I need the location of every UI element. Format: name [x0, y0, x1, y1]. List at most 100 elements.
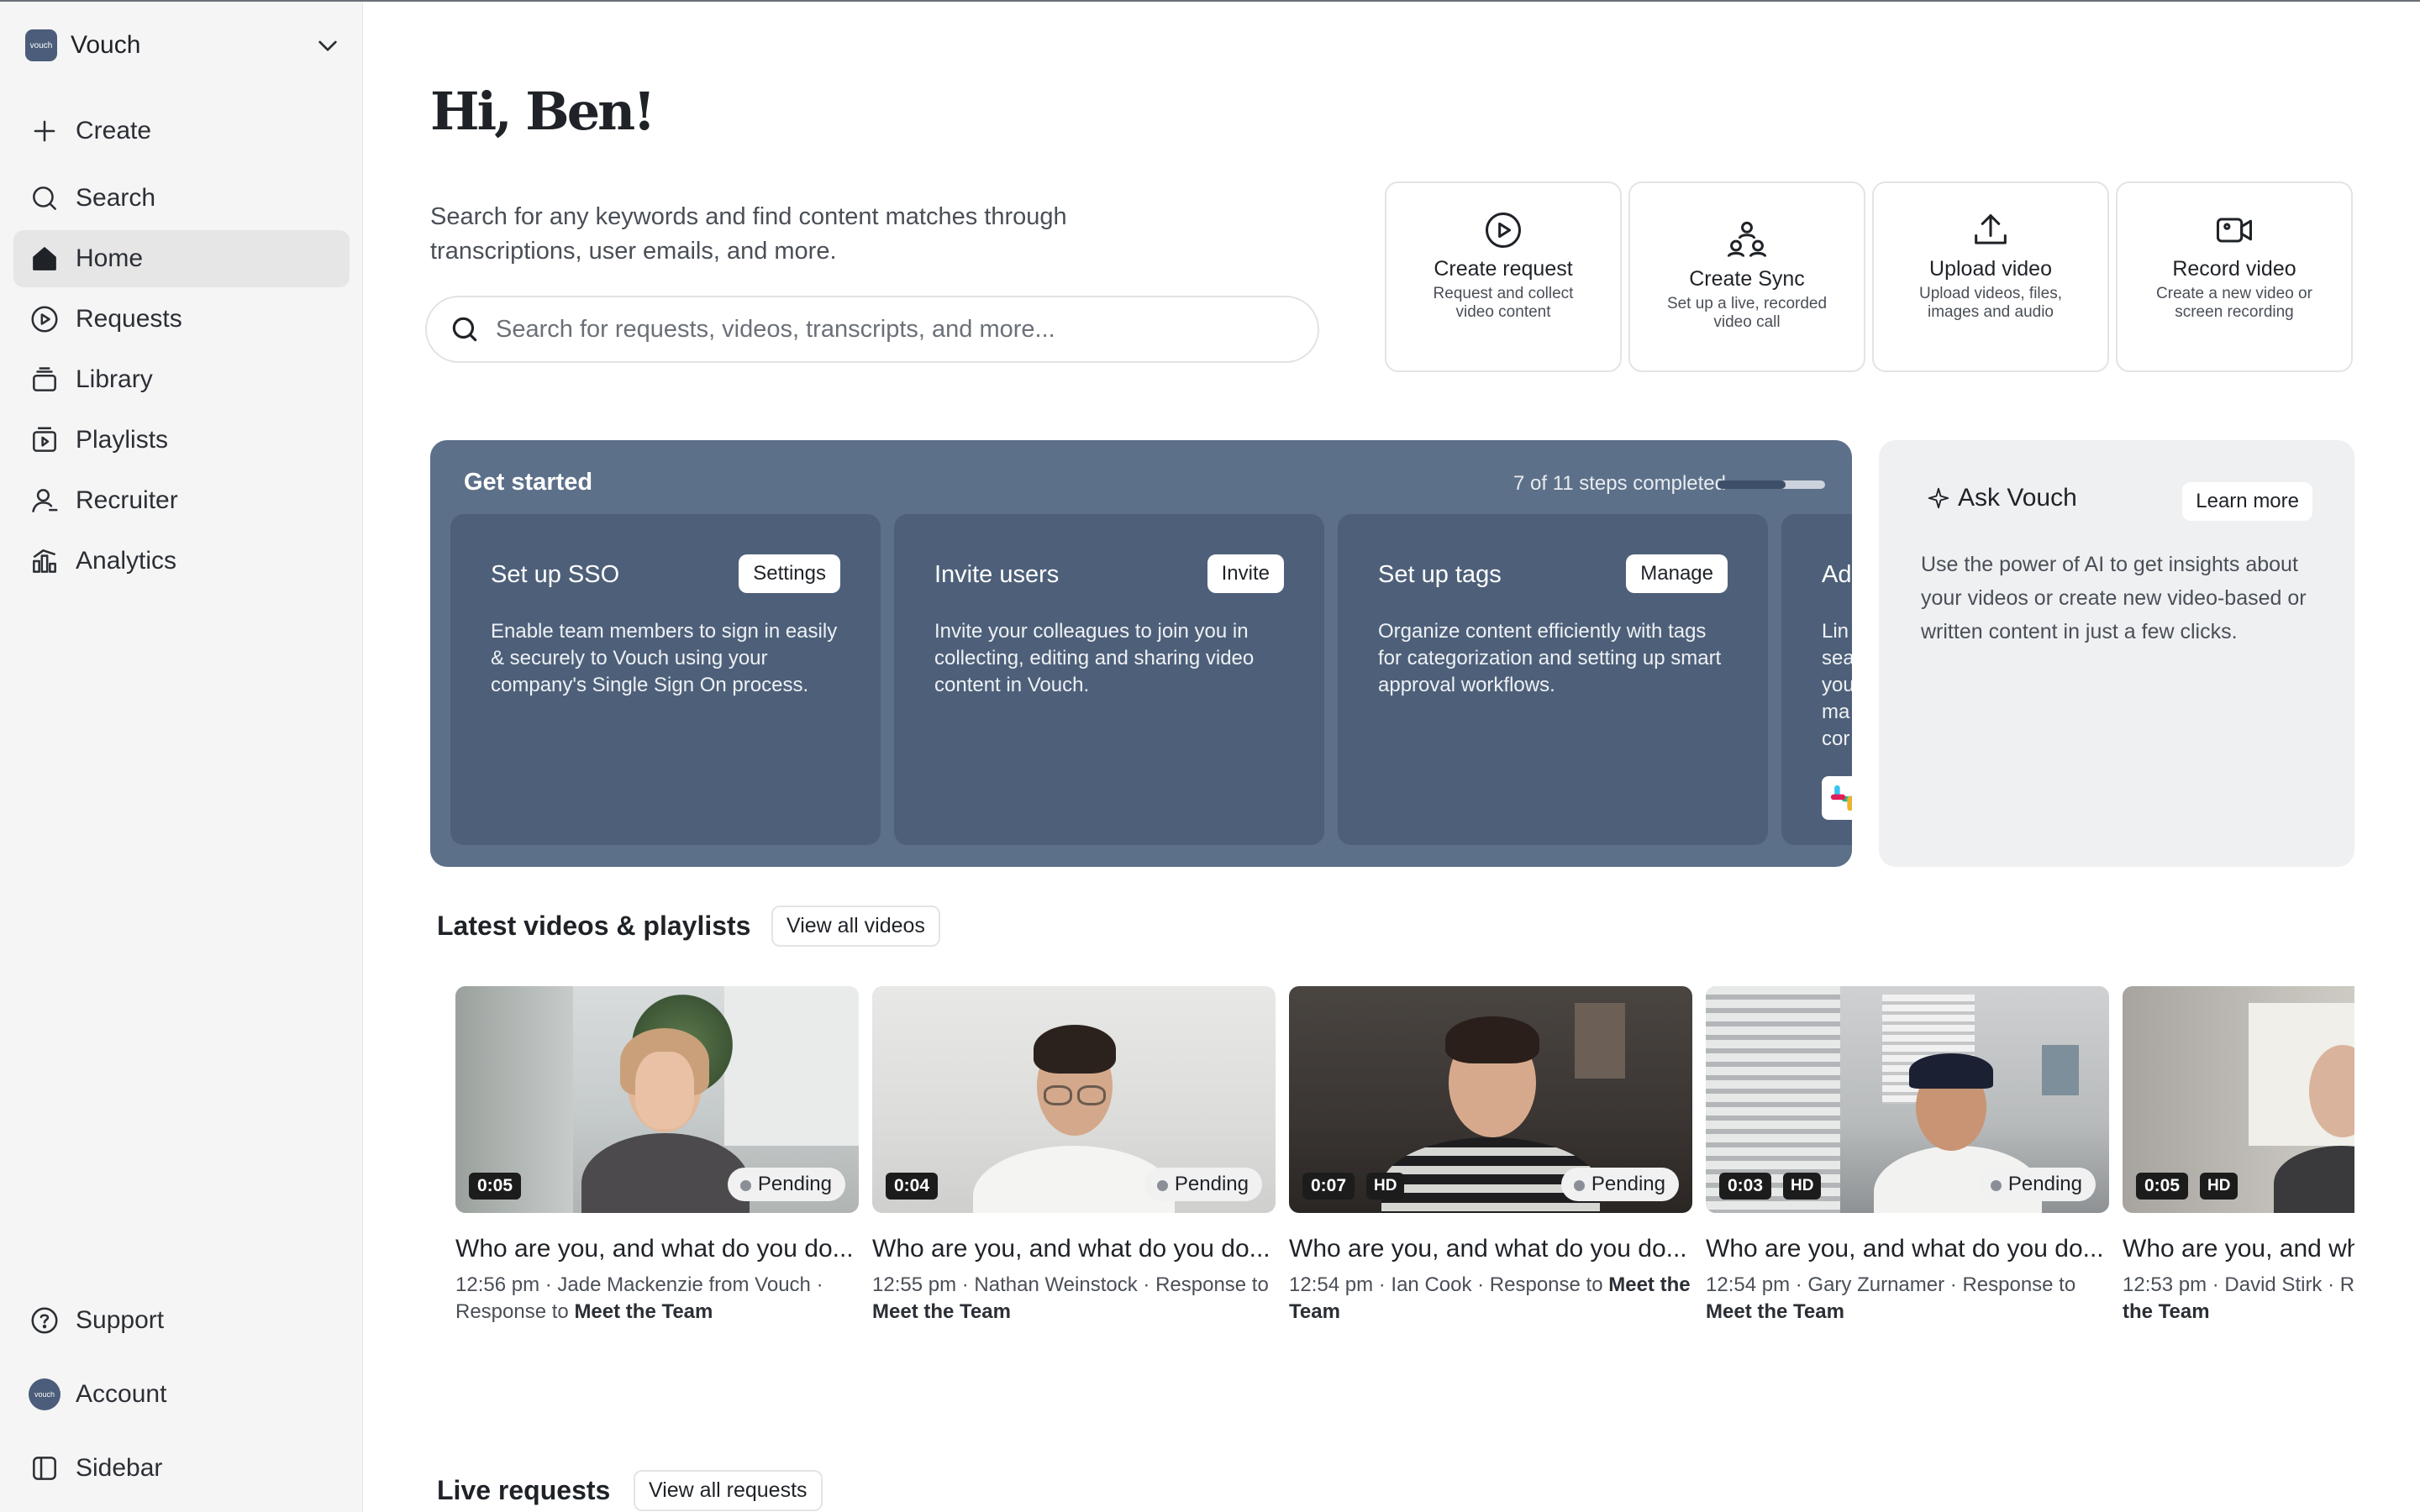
status-badge: Pending [727, 1168, 845, 1201]
video-thumbnail[interactable]: 0:03 HD Pending [1706, 986, 2109, 1213]
video-thumbnail[interactable]: 0:04 Pending [872, 986, 1276, 1213]
search-input[interactable] [496, 315, 1252, 344]
sidebar-item-label: Recruiter [76, 486, 178, 514]
action-title: Create Sync [1689, 267, 1805, 291]
chevron-down-icon [318, 40, 337, 51]
settings-button[interactable]: Settings [739, 554, 840, 593]
video-title[interactable]: Who are you, and what do you do... [1706, 1235, 2109, 1263]
video-time: 12:56 pm [455, 1273, 540, 1296]
sidebar-item-account[interactable]: vouch Account [13, 1366, 350, 1423]
video-author: Jade Mackenzie from Vouch [557, 1273, 811, 1296]
duration-badge: 0:03 [1719, 1173, 1772, 1200]
create-sync-button[interactable]: Create Sync Set up a live, recorded vide… [1628, 181, 1865, 372]
video-title[interactable]: Who are you, and what do you do... [455, 1235, 859, 1263]
plus-icon [34, 120, 55, 142]
response-label: Response to [2339, 1273, 2354, 1296]
playlist-link[interactable]: Meet the Team [1706, 1300, 1844, 1323]
response-label: Response to [1155, 1273, 1269, 1296]
action-title: Create request [1434, 257, 1573, 281]
record-video-button[interactable]: Record video Create a new video or scree… [2116, 181, 2353, 372]
view-all-videos-button[interactable]: View all videos [771, 906, 940, 947]
help-circle-icon [31, 1307, 58, 1334]
sidebar-item-create[interactable]: Create [13, 102, 350, 160]
setup-card-invite: Invite users Invite Invite your colleagu… [894, 514, 1324, 845]
play-circle-icon [1485, 212, 1522, 249]
video-time: 12:54 pm [1706, 1273, 1791, 1296]
video-title[interactable]: Who are you, and what do you do... [872, 1235, 1276, 1263]
people-sync-icon [1727, 221, 1767, 258]
sidebar: vouch Vouch Create Search Home Requests … [0, 2, 363, 1512]
sidebar-item-search[interactable]: Search [13, 170, 350, 227]
action-desc: Set up a live, recorded video call [1666, 295, 1828, 331]
video-card[interactable]: 0:04 Pending Who are you, and what do yo… [872, 986, 1276, 1326]
ask-vouch-title: Ask Vouch [1958, 484, 2077, 512]
video-title[interactable]: Who are you, and what do you do... [1289, 1235, 1692, 1263]
sidebar-item-label: Account [76, 1380, 167, 1408]
video-author: Ian Cook [1391, 1273, 1472, 1296]
learn-more-button[interactable]: Learn more [2182, 482, 2312, 521]
create-request-button[interactable]: Create request Request and collect video… [1385, 181, 1622, 372]
sidebar-item-library[interactable]: Library [13, 351, 350, 408]
workspace-switcher[interactable]: vouch Vouch [25, 27, 341, 64]
hd-badge: HD [2200, 1173, 2238, 1200]
sidebar-item-sidebar-toggle[interactable]: Sidebar [13, 1440, 350, 1497]
sidebar-item-label: Home [76, 244, 144, 272]
card-desc: Enable team members to sign in easily & … [491, 620, 838, 696]
upload-video-button[interactable]: Upload video Upload videos, files, image… [1872, 181, 2109, 372]
workspace-name: Vouch [71, 31, 141, 59]
duration-badge: 0:04 [886, 1173, 939, 1200]
playlist-icon [33, 427, 56, 452]
sidebar-toggle-icon [33, 1457, 56, 1480]
status-badge: Pending [1144, 1168, 1262, 1201]
sidebar-item-analytics[interactable]: Analytics [13, 533, 350, 590]
play-circle-icon [31, 306, 58, 333]
sidebar-item-label: Analytics [76, 547, 177, 575]
card-title: Set up SSO [491, 561, 620, 588]
sparkle-icon [1928, 487, 1949, 509]
analytics-icon [33, 549, 56, 573]
ask-vouch-heading: Ask Vouch [1926, 484, 2077, 512]
search-icon [33, 186, 56, 210]
sidebar-item-playlists[interactable]: Playlists [13, 412, 350, 469]
view-all-requests-button[interactable]: View all requests [634, 1470, 823, 1511]
library-icon [33, 367, 56, 391]
sidebar-item-recruiter[interactable]: Recruiter [13, 472, 350, 529]
video-thumbnail[interactable]: 0:05 Pending [455, 986, 859, 1213]
setup-card-integration: Ad Lin sea you ma cor [1781, 514, 1852, 845]
status-badge: Pending [1977, 1168, 2096, 1201]
search-intro-text: Search for any keywords and find content… [430, 203, 1067, 265]
invite-button[interactable]: Invite [1207, 554, 1284, 593]
video-card[interactable]: 0:05 HD Who are you, and what do you do.… [2123, 986, 2354, 1326]
video-card[interactable]: 0:07 HD Pending Who are you, and what do… [1289, 986, 1692, 1326]
progress-bar [1718, 480, 1825, 489]
upload-icon [1975, 214, 2007, 244]
card-title: Invite users [934, 561, 1060, 588]
workspace-logo: vouch [25, 29, 57, 61]
video-thumbnail[interactable]: 0:05 HD [2123, 986, 2354, 1213]
video-card[interactable]: 0:03 HD Pending Who are you, and what do… [1706, 986, 2109, 1326]
video-title[interactable]: Who are you, and what do you do... [2123, 1235, 2354, 1263]
hd-badge: HD [1783, 1173, 1822, 1200]
sidebar-item-requests[interactable]: Requests [13, 291, 350, 348]
sidebar-item-label: Create [76, 117, 152, 144]
manage-button[interactable]: Manage [1626, 554, 1728, 593]
sidebar-item-label: Playlists [76, 426, 169, 454]
latest-videos-heading: Latest videos & playlists [437, 911, 751, 941]
sidebar-item-label: Sidebar [76, 1454, 163, 1482]
action-desc: Create a new video or screen recording [2156, 285, 2312, 321]
video-card[interactable]: 0:05 Pending Who are you, and what do yo… [455, 986, 859, 1326]
progress-text: 7 of 11 steps completed [1512, 472, 1726, 495]
slack-icon [1822, 776, 1852, 820]
playlist-link[interactable]: Meet the Team [574, 1300, 713, 1323]
status-badge: Pending [1560, 1168, 1679, 1201]
playlist-link[interactable]: Meet the Team [872, 1300, 1011, 1323]
video-time: 12:53 pm [2123, 1273, 2207, 1296]
video-thumbnail[interactable]: 0:07 HD Pending [1289, 986, 1692, 1213]
duration-badge: 0:05 [2136, 1173, 2189, 1200]
card-title: Set up tags [1378, 561, 1502, 588]
search-bar[interactable] [425, 296, 1319, 363]
sidebar-item-home[interactable]: Home [13, 230, 350, 287]
sidebar-item-support[interactable]: Support [13, 1292, 350, 1349]
video-meta: 12:55 pm · Nathan Weinstock · Response t… [872, 1273, 1269, 1323]
card-desc: Organize content efficiently with tags f… [1378, 620, 1722, 696]
